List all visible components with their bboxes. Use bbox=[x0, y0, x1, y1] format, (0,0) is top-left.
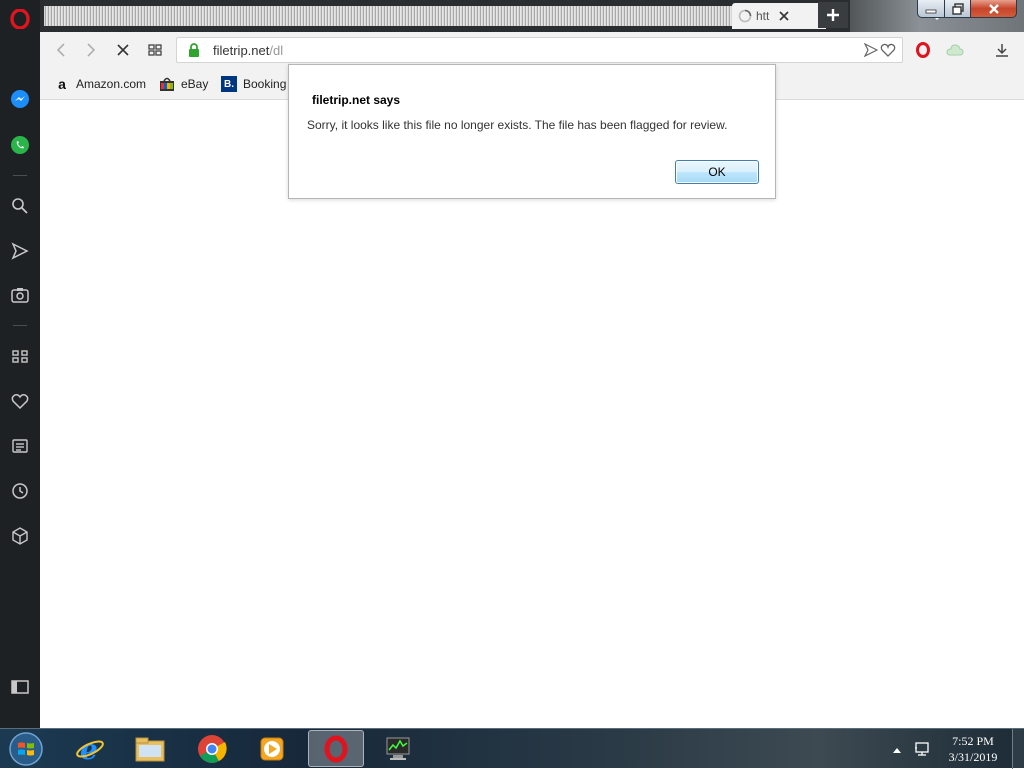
navigation-toolbar: filetrip.net/dl bbox=[40, 32, 1024, 68]
messenger-icon[interactable] bbox=[0, 83, 40, 115]
tab-strip: htt bbox=[40, 0, 1024, 32]
search-icon[interactable] bbox=[0, 190, 40, 222]
opera-menu-icon[interactable] bbox=[0, 3, 40, 35]
url-host: filetrip.net bbox=[213, 43, 270, 58]
close-window-button[interactable] bbox=[970, 0, 1017, 18]
bookmark-booking[interactable]: B. Booking bbox=[221, 75, 286, 93]
taskbar-task-manager[interactable] bbox=[370, 730, 426, 767]
download-icon bbox=[996, 44, 1008, 57]
start-button[interactable] bbox=[6, 731, 46, 767]
stop-icon bbox=[117, 44, 129, 56]
sidebar-toggle-icon[interactable] bbox=[0, 671, 40, 703]
taskbar-file-explorer[interactable] bbox=[122, 730, 178, 767]
forward-arrow-icon bbox=[87, 43, 96, 57]
cloud-icon bbox=[946, 44, 964, 56]
restore-icon bbox=[951, 2, 964, 15]
dialog-footer: OK bbox=[289, 150, 775, 198]
extensions-icon[interactable] bbox=[0, 520, 40, 552]
minimize-icon bbox=[925, 9, 937, 13]
amazon-icon: a bbox=[58, 76, 66, 92]
speed-dial-icon[interactable] bbox=[0, 340, 40, 372]
minimize-button[interactable] bbox=[917, 0, 945, 18]
opera-logo-icon bbox=[916, 42, 930, 58]
taskbar-media-player[interactable] bbox=[244, 730, 300, 767]
tab-strip-background bbox=[44, 6, 770, 26]
url-path: /dl bbox=[269, 43, 284, 58]
address-bar[interactable]: filetrip.net/dl bbox=[176, 37, 903, 63]
news-icon[interactable] bbox=[0, 430, 40, 462]
whatsapp-icon[interactable] bbox=[0, 129, 40, 161]
forward-button[interactable] bbox=[78, 37, 104, 63]
history-icon[interactable] bbox=[0, 475, 40, 507]
bookmark-amazon[interactable]: a Amazon.com bbox=[54, 75, 146, 93]
tab-title: htt bbox=[756, 9, 770, 23]
clock-time: 7:52 PM bbox=[952, 734, 994, 748]
back-button[interactable] bbox=[48, 37, 74, 63]
windows-logo-icon bbox=[9, 732, 43, 766]
opera-sidebar bbox=[0, 0, 40, 728]
back-arrow-icon bbox=[56, 43, 65, 57]
show-hidden-icons-button[interactable] bbox=[892, 743, 902, 757]
stop-loading-button[interactable] bbox=[110, 37, 136, 63]
bookmark-label: eBay bbox=[181, 77, 209, 91]
tabs-overview-button[interactable] bbox=[142, 37, 168, 63]
restore-button[interactable] bbox=[944, 0, 971, 18]
folder-icon bbox=[135, 737, 165, 761]
new-tab-button[interactable] bbox=[818, 2, 848, 28]
dialog-title: filetrip.net says bbox=[312, 93, 401, 107]
alert-dialog: filetrip.net says Sorry, it looks like t… bbox=[288, 64, 776, 199]
tab-close-icon[interactable] bbox=[778, 10, 790, 22]
opera-icon bbox=[324, 735, 348, 762]
ebay-icon bbox=[159, 76, 175, 92]
plus-icon bbox=[827, 9, 839, 21]
ok-button[interactable]: OK bbox=[675, 160, 759, 184]
send-to-flow-icon[interactable] bbox=[863, 42, 879, 60]
downloads-button[interactable] bbox=[989, 37, 1015, 63]
show-desktop-button[interactable] bbox=[1012, 729, 1024, 769]
taskbar-internet-explorer[interactable]: e bbox=[62, 730, 118, 767]
network-icon[interactable] bbox=[914, 740, 932, 761]
chrome-icon bbox=[198, 734, 227, 763]
vpn-button[interactable] bbox=[942, 37, 968, 63]
url-text: filetrip.net/dl bbox=[213, 43, 283, 58]
internet-explorer-icon: e bbox=[76, 734, 104, 764]
bookmark-label: Amazon.com bbox=[76, 77, 147, 91]
tab-active[interactable]: htt bbox=[732, 3, 826, 29]
taskbar-opera[interactable] bbox=[308, 730, 364, 767]
bookmark-label: Booking bbox=[243, 77, 287, 91]
system-clock[interactable]: 7:52 PM 3/31/2019 bbox=[940, 733, 1006, 765]
dialog-message: Sorry, it looks like this file no longer… bbox=[307, 118, 728, 132]
send-icon[interactable] bbox=[0, 235, 40, 267]
close-icon bbox=[988, 3, 999, 14]
media-player-icon bbox=[260, 737, 284, 760]
bookmark-ebay[interactable]: eBay bbox=[159, 75, 208, 93]
taskbar-chrome[interactable] bbox=[184, 730, 240, 767]
svg-text:e: e bbox=[80, 734, 98, 764]
grid-icon bbox=[148, 44, 162, 56]
taskbar: e 7:52 PM 3/31/2019 bbox=[0, 728, 1024, 769]
booking-icon: B. bbox=[221, 76, 237, 92]
clock-date: 3/31/2019 bbox=[948, 750, 998, 764]
opera-adblock-button[interactable] bbox=[910, 37, 936, 63]
lock-icon[interactable] bbox=[188, 43, 200, 60]
camera-icon[interactable] bbox=[0, 279, 40, 311]
loading-spinner-icon bbox=[738, 9, 752, 23]
task-manager-icon bbox=[386, 737, 410, 760]
bookmark-heart-icon[interactable] bbox=[880, 43, 896, 60]
dialog-body: filetrip.net says Sorry, it looks like t… bbox=[289, 65, 775, 150]
heart-icon[interactable] bbox=[0, 385, 40, 417]
